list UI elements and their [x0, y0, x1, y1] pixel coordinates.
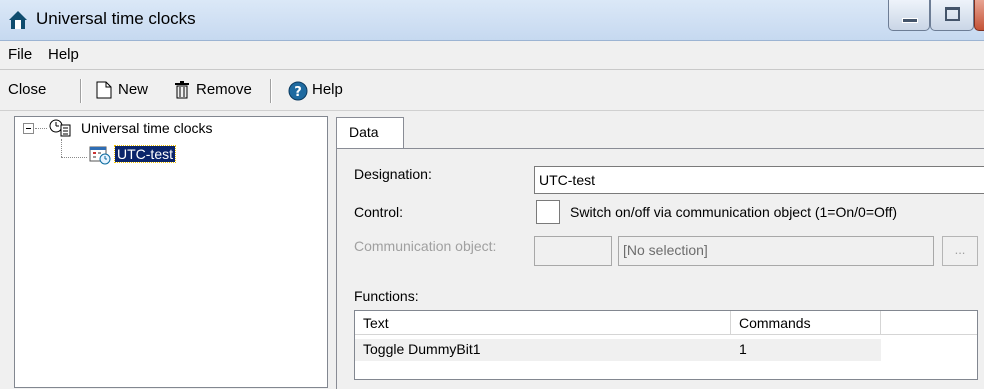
menu-file[interactable]: File [8, 46, 32, 63]
comm-object-address-field [534, 236, 612, 266]
new-button-label: New [118, 81, 149, 98]
window-title: Universal time clocks [36, 9, 196, 28]
trash-icon [175, 81, 189, 99]
cell-commands: 1 [739, 341, 747, 357]
column-header-commands[interactable]: Commands [731, 311, 881, 335]
cell-text: Toggle DummyBit1 [363, 341, 481, 357]
tree-item-utc-test[interactable]: UTC-test [114, 145, 176, 163]
functions-list[interactable]: Text Commands Toggle DummyBit1 1 [354, 310, 978, 380]
table-row[interactable]: Toggle DummyBit1 1 [355, 339, 881, 361]
control-label: Control: [354, 204, 404, 220]
close-window-button[interactable] [974, 0, 984, 31]
maximize-button[interactable] [930, 0, 974, 31]
clock-list-icon [49, 119, 71, 137]
comm-object-browse-button: ... [942, 236, 978, 266]
control-checkbox-label[interactable]: Switch on/off via communication object (… [570, 204, 897, 220]
menu-bar: File Help [0, 41, 984, 70]
comm-object-label: Communication object: [354, 238, 497, 254]
help-button-label: Help [312, 81, 343, 98]
control-checkbox[interactable] [536, 200, 560, 224]
tab-data[interactable]: Data [336, 117, 404, 150]
help-icon: ? [288, 81, 308, 101]
functions-label: Functions: [354, 288, 419, 304]
tree-view[interactable]: Universal time clocks UTC-test [14, 116, 328, 388]
menu-help[interactable]: Help [48, 46, 79, 63]
title-bar: Universal time clocks [0, 0, 984, 41]
tree-connector [61, 139, 62, 157]
tree-root-label[interactable]: Universal time clocks [81, 120, 212, 136]
house-icon [9, 11, 27, 29]
remove-button-label: Remove [196, 81, 252, 98]
help-button[interactable]: ? Help [288, 79, 343, 101]
toolbar: Close New Remove ? Help [0, 70, 984, 111]
new-document-icon [96, 81, 112, 99]
remove-button[interactable]: Remove [174, 79, 252, 101]
new-button[interactable]: New [96, 79, 148, 101]
column-header-text[interactable]: Text [355, 311, 731, 335]
comm-object-selection-field: [No selection] [618, 236, 934, 266]
designation-input[interactable] [534, 166, 984, 194]
toolbar-separator [270, 79, 272, 103]
tree-connector [35, 128, 47, 129]
minimize-button[interactable] [888, 0, 930, 31]
calendar-clock-icon [89, 146, 111, 165]
tree-connector [61, 157, 87, 158]
tab-data-label: Data [349, 124, 379, 140]
column-header-filler [881, 311, 977, 335]
collapse-toggle[interactable] [23, 123, 34, 134]
toolbar-separator [80, 79, 82, 103]
designation-label: Designation: [354, 166, 432, 182]
svg-text:?: ? [294, 85, 302, 100]
close-button[interactable]: Close [8, 79, 46, 101]
